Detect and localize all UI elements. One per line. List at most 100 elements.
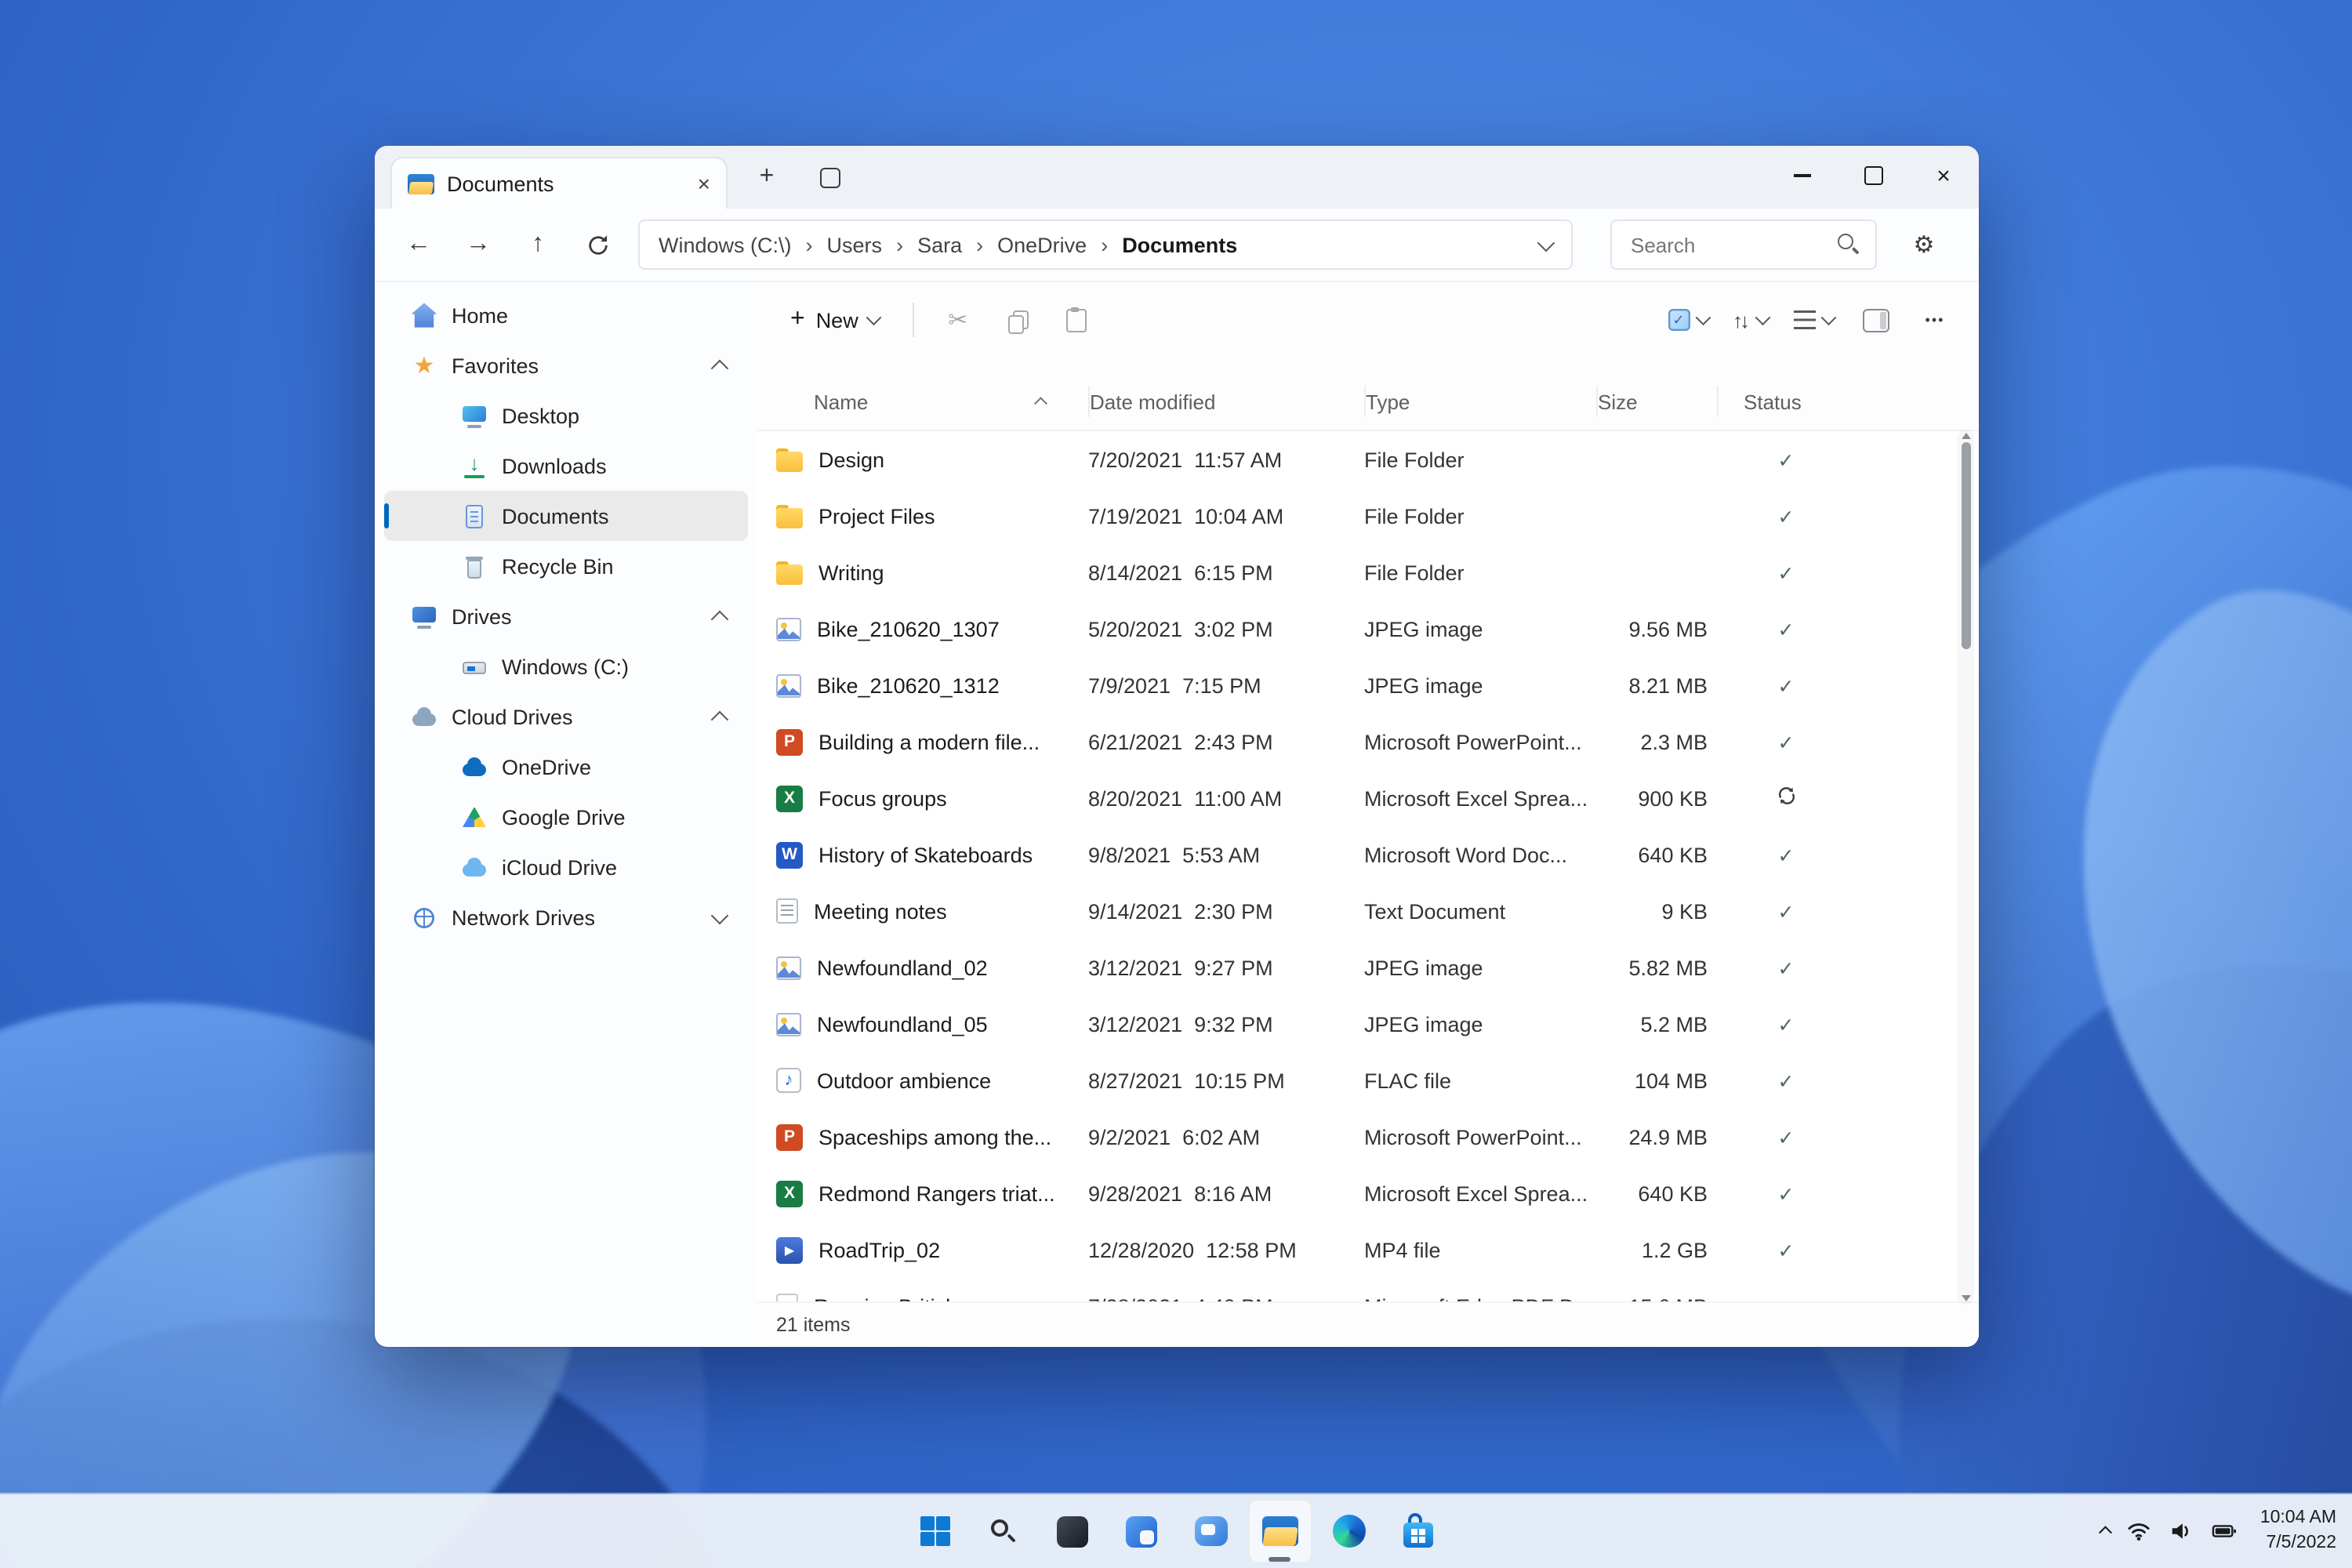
search-box[interactable] [1610, 220, 1877, 270]
documents-icon [461, 503, 488, 529]
file-row-design[interactable]: Design 7/20/2021 11:57 AM File Folder ✓ [757, 431, 1979, 488]
file-row-meeting-notes[interactable]: Meeting notes 9/14/2021 2:30 PM Text Docum… [757, 883, 1979, 939]
sidebar-item-google-drive[interactable]: Google Drive [384, 792, 748, 842]
sidebar-item-label: Cloud Drives [452, 705, 573, 728]
settings-button[interactable]: ⚙ [1896, 218, 1952, 271]
address-bar[interactable]: Windows (C:\) › Users › Sara › OneDrive › Docume… [638, 220, 1573, 270]
select-menu-button[interactable] [1657, 293, 1719, 347]
plus-icon: + [790, 306, 805, 332]
sidebar-item-cloud-drives[interactable]: Cloud Drives [384, 691, 748, 742]
taskbar-file-explorer-button[interactable] [1247, 1499, 1312, 1563]
file-status: ✓ [1717, 1125, 1855, 1149]
cloud-drives-icon [411, 703, 437, 730]
chevron-up-icon[interactable] [710, 358, 729, 377]
chevron-down-icon[interactable] [710, 906, 729, 924]
file-row-spaceships-among-the[interactable]: P Spaceships among the... 9/2/2021 6:02 AM… [757, 1109, 1979, 1165]
cut-button[interactable]: ✂ [930, 293, 986, 347]
column-header-status[interactable]: Status [1717, 386, 1855, 417]
titlebar[interactable]: Documents × + × [375, 146, 1979, 209]
file-row-running-british[interactable]: Running British... 7/28/2021 4:40 PMMicro… [757, 1278, 1979, 1301]
tab-close-icon[interactable]: × [698, 172, 710, 194]
scrollbar-thumb[interactable] [1961, 442, 1970, 649]
sidebar-item-desktop[interactable]: Desktop [384, 390, 748, 441]
sidebar-item-documents[interactable]: Documents [384, 491, 748, 541]
taskbar-search-button[interactable] [971, 1499, 1036, 1563]
tab-actions-icon[interactable] [809, 157, 850, 198]
file-row-project-files[interactable]: Project Files 7/19/2021 10:04 AM File Fold… [757, 488, 1979, 544]
file-name-cell: ▶ RoadTrip_02 [757, 1236, 1088, 1263]
file-row-bike-210620-1307[interactable]: Bike_210620_1307 5/20/2021 3:02 PM JPEG im… [757, 601, 1979, 657]
desktop-icon [461, 402, 488, 429]
file-name-label: Newfoundland_05 [817, 1012, 988, 1036]
sort-menu-button[interactable]: ↑↓ [1722, 293, 1779, 347]
file-type: File Folder [1364, 504, 1465, 528]
maximize-button[interactable] [1838, 146, 1908, 205]
column-header-name[interactable]: Name [757, 386, 1088, 417]
search-input[interactable] [1628, 231, 1819, 258]
back-button[interactable]: ← [390, 218, 447, 271]
breadcrumb-segment-documents[interactable]: Documents [1122, 233, 1237, 256]
file-row-history-of-skateboards[interactable]: W History of Skateboards 9/8/2021 5:53 AM M… [757, 826, 1979, 883]
file-status: ✓ [1717, 1294, 1855, 1301]
minimize-button[interactable] [1767, 146, 1838, 205]
taskbar-edge-button[interactable] [1316, 1499, 1381, 1563]
chevron-up-icon[interactable] [710, 710, 729, 728]
file-row-newfoundland-05[interactable]: Newfoundland_05 3/12/2021 9:32 PM JPEG ima… [757, 996, 1979, 1052]
sidebar-item-onedrive[interactable]: OneDrive [384, 742, 748, 792]
scrollbar[interactable] [1957, 430, 1974, 1305]
sidebar-item-icloud-drive[interactable]: iCloud Drive [384, 842, 748, 892]
copy-button[interactable] [989, 293, 1046, 347]
wifi-icon[interactable] [2127, 1519, 2152, 1543]
taskbar-task-view-button[interactable] [1040, 1499, 1105, 1563]
sidebar-item-label: Desktop [502, 404, 580, 427]
new-button[interactable]: + New [773, 293, 897, 347]
sidebar-item-recycle-bin[interactable]: Recycle Bin [384, 541, 748, 591]
new-tab-button[interactable]: + [746, 157, 787, 198]
sidebar-item-downloads[interactable]: Downloads [384, 441, 748, 491]
column-header-date-modified[interactable]: Date modified [1088, 386, 1364, 417]
file-row-roadtrip-02[interactable]: ▶ RoadTrip_02 12/28/2020 12:58 PM MP4 file 1… [757, 1221, 1979, 1278]
file-row-building-a-modern-file[interactable]: P Building a modern file... 6/21/2021 2:43… [757, 713, 1979, 770]
taskbar-clock[interactable]: 10:04 AM 7/5/2022 [2260, 1507, 2336, 1555]
file-row-outdoor-ambience[interactable]: ♪ Outdoor ambience 8/27/2021 10:15 PM FLAC … [757, 1052, 1979, 1109]
column-header-type[interactable]: Type [1364, 386, 1596, 417]
sidebar-item-drives[interactable]: Drives [384, 591, 748, 641]
volume-icon[interactable] [2169, 1519, 2194, 1543]
file-name-cell: P Building a modern file... [757, 728, 1088, 755]
scroll-up-icon[interactable] [1961, 433, 1970, 439]
sidebar-item-windows-c[interactable]: Windows (C:) [384, 641, 748, 691]
up-button[interactable]: ↑ [510, 218, 566, 271]
file-row-redmond-rangers-triat[interactable]: X Redmond Rangers triat... 9/28/2021 8:16 … [757, 1165, 1979, 1221]
forward-button[interactable]: → [450, 218, 506, 271]
file-row-bike-210620-1312[interactable]: Bike_210620_1312 7/9/2021 7:15 PM JPEG ima… [757, 657, 1979, 713]
chevron-up-icon[interactable] [710, 609, 729, 628]
breadcrumb-segment-onedrive[interactable]: OneDrive [997, 233, 1087, 256]
breadcrumb-segment-sara[interactable]: Sara [917, 233, 962, 256]
column-header-size[interactable]: Size [1596, 386, 1717, 417]
paste-button[interactable] [1049, 293, 1105, 347]
scroll-down-icon[interactable] [1961, 1295, 1970, 1301]
breadcrumb-segment-windows-c[interactable]: Windows (C:\) [659, 233, 792, 256]
tray-overflow-chevron-icon[interactable] [2099, 1527, 2112, 1540]
sidebar-item-network-drives[interactable]: Network Drives [384, 892, 748, 942]
tab-documents[interactable]: Documents × [390, 157, 728, 209]
taskbar-store-button[interactable] [1385, 1499, 1450, 1563]
sidebar-item-home[interactable]: Home [384, 290, 748, 340]
close-button[interactable]: × [1908, 146, 1979, 205]
file-row-newfoundland-02[interactable]: Newfoundland_02 3/12/2021 9:27 PM JPEG ima… [757, 939, 1979, 996]
taskbar-start-button[interactable] [902, 1499, 967, 1563]
file-row-focus-groups[interactable]: X Focus groups 8/20/2021 11:00 AM Microsoft… [757, 770, 1979, 826]
battery-icon[interactable] [2212, 1519, 2238, 1543]
file-row-writing[interactable]: Writing 8/14/2021 6:15 PM File Folder ✓ [757, 544, 1979, 601]
details-pane-button[interactable] [1847, 293, 1904, 347]
file-status: ✓ [1717, 1238, 1855, 1261]
breadcrumb-segment-users[interactable]: Users [827, 233, 883, 256]
taskbar-widgets-button[interactable] [1109, 1499, 1174, 1563]
sidebar-item-favorites[interactable]: Favorites [384, 340, 748, 390]
refresh-button[interactable] [569, 218, 626, 271]
view-menu-button[interactable] [1782, 293, 1844, 347]
address-dropdown-icon[interactable] [1537, 233, 1555, 252]
taskbar-chat-button[interactable] [1178, 1499, 1243, 1563]
excel-icon: X [776, 785, 803, 811]
more-options-button[interactable]: ••• [1907, 293, 1963, 347]
